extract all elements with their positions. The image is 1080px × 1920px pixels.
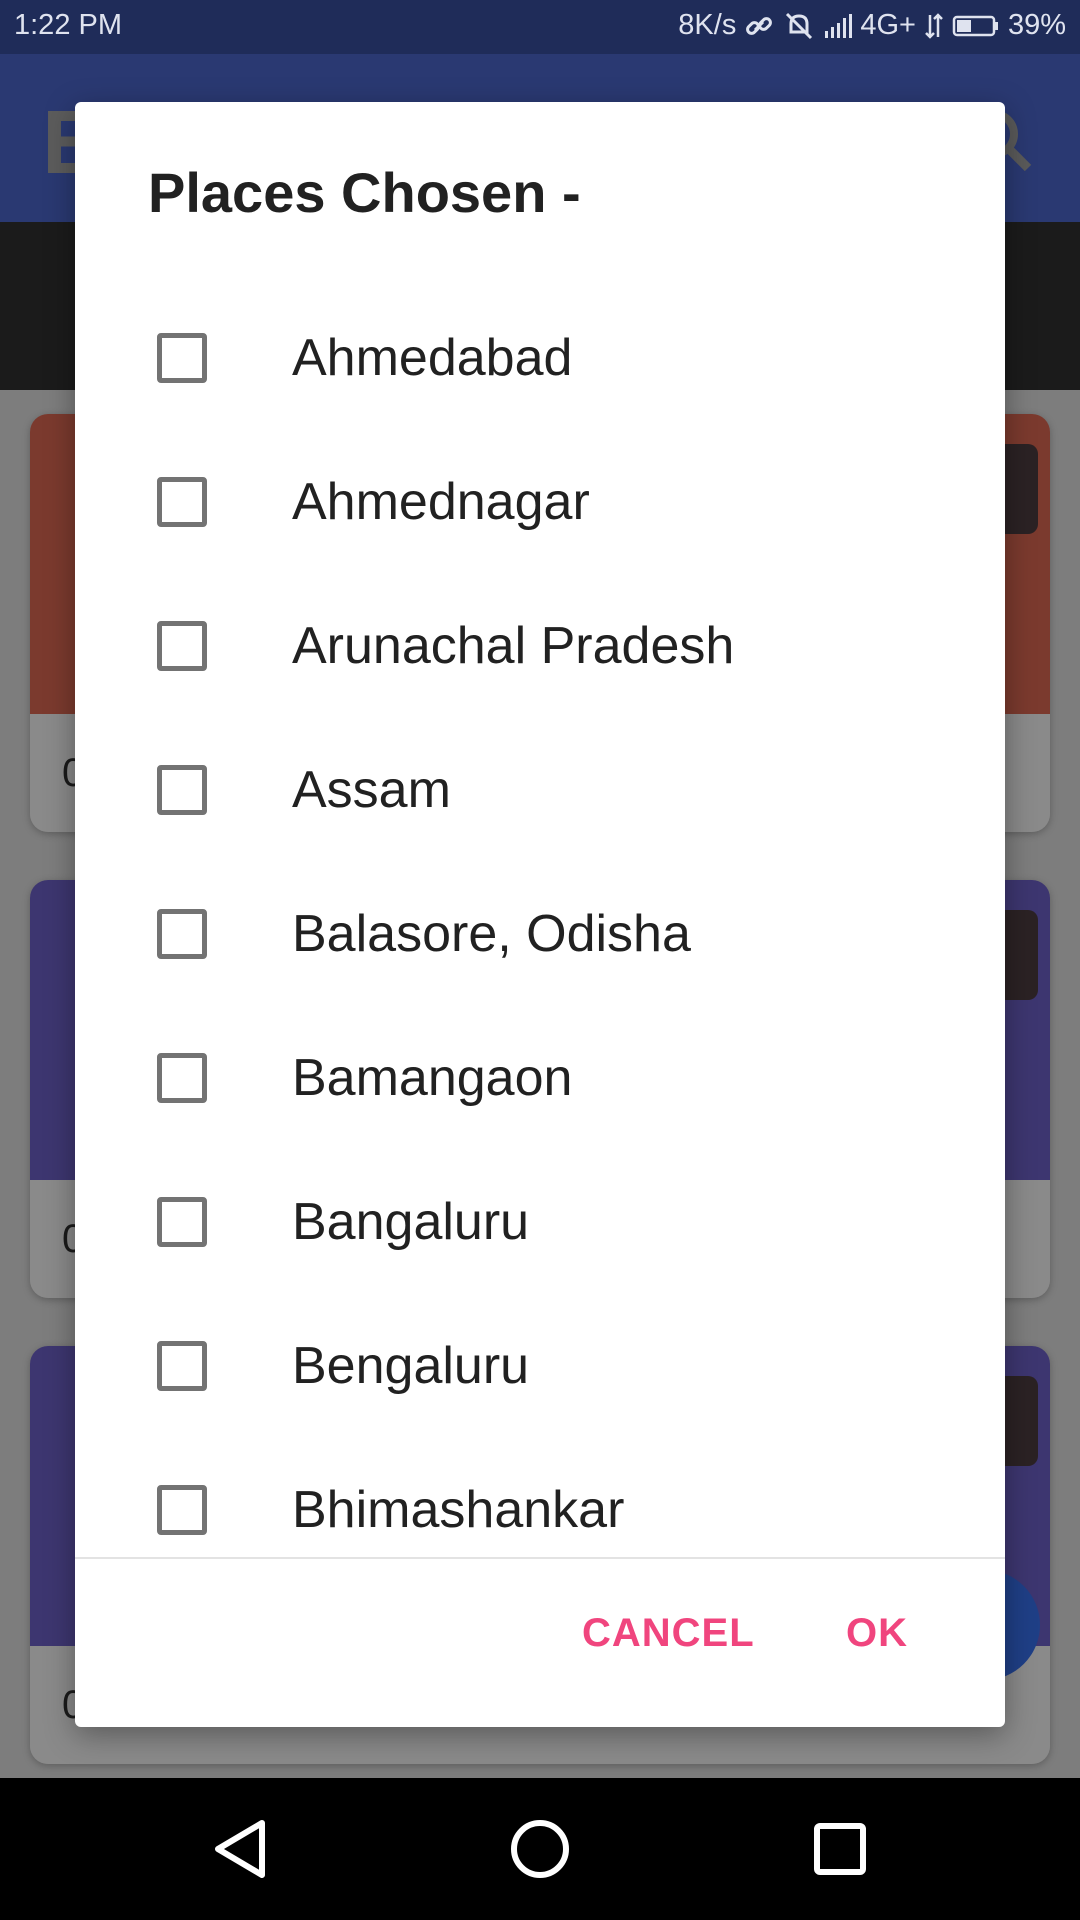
- battery-percent: 39%: [1007, 9, 1066, 41]
- list-item-label: Bamangaon: [292, 1049, 573, 1107]
- checkbox[interactable]: [157, 1053, 207, 1103]
- list-item[interactable]: Bangaluru: [75, 1150, 1005, 1294]
- back-triangle-icon[interactable]: [205, 1814, 275, 1884]
- muted-bell-icon: [782, 10, 816, 42]
- list-item-label: Ahmednagar: [292, 473, 590, 531]
- list-item[interactable]: Ahmedabad: [75, 286, 1005, 430]
- checkbox[interactable]: [157, 477, 207, 527]
- dialog-title: Places Chosen -: [148, 161, 581, 224]
- list-item-label: Assam: [292, 761, 451, 819]
- checkbox[interactable]: [157, 1197, 207, 1247]
- list-item[interactable]: Arunachal Pradesh: [75, 574, 1005, 718]
- list-item[interactable]: Bamangaon: [75, 1006, 1005, 1150]
- home-circle-icon[interactable]: [505, 1814, 575, 1884]
- status-icons: 8K/s 4G+ 39%: [678, 9, 1066, 42]
- checkbox[interactable]: [157, 621, 207, 671]
- list-item-label: Bengaluru: [292, 1337, 530, 1395]
- list-item[interactable]: Assam: [75, 718, 1005, 862]
- places-list[interactable]: Ahmedabad Ahmednagar Arunachal Pradesh A…: [75, 286, 1005, 1660]
- checkbox[interactable]: [157, 765, 207, 815]
- list-item[interactable]: Bengaluru: [75, 1294, 1005, 1438]
- list-item-label: Ahmedabad: [292, 329, 573, 387]
- list-item-label: Bhimashankar: [292, 1481, 625, 1539]
- net-speed: 8K/s: [678, 9, 737, 41]
- places-dialog: Places Chosen - Ahmedabad Ahmednagar Aru…: [75, 102, 1005, 1727]
- checkbox[interactable]: [157, 1485, 207, 1535]
- list-item[interactable]: Ahmednagar: [75, 430, 1005, 574]
- status-time: 1:22 PM: [14, 9, 122, 41]
- data-arrows-icon: [924, 11, 944, 41]
- list-item-label: Arunachal Pradesh: [292, 617, 735, 675]
- network-type: 4G+: [860, 9, 916, 41]
- navigation-bar: [0, 1778, 1080, 1920]
- list-item-label: Balasore, Odisha: [292, 905, 691, 963]
- recents-square-icon[interactable]: [805, 1814, 875, 1884]
- status-bar: 1:22 PM 8K/s 4G+ 39%: [0, 0, 1080, 54]
- battery-icon: [952, 14, 1000, 38]
- link-icon: [744, 11, 774, 41]
- list-item[interactable]: Balasore, Odisha: [75, 862, 1005, 1006]
- checkbox[interactable]: [157, 909, 207, 959]
- checkbox[interactable]: [157, 333, 207, 383]
- ok-button[interactable]: OK: [846, 1611, 908, 1656]
- cancel-button[interactable]: CANCEL: [582, 1611, 755, 1656]
- list-item-label: Bangaluru: [292, 1193, 530, 1251]
- dialog-actions: CANCEL OK: [75, 1559, 1005, 1727]
- checkbox[interactable]: [157, 1341, 207, 1391]
- signal-icon: [824, 13, 853, 39]
